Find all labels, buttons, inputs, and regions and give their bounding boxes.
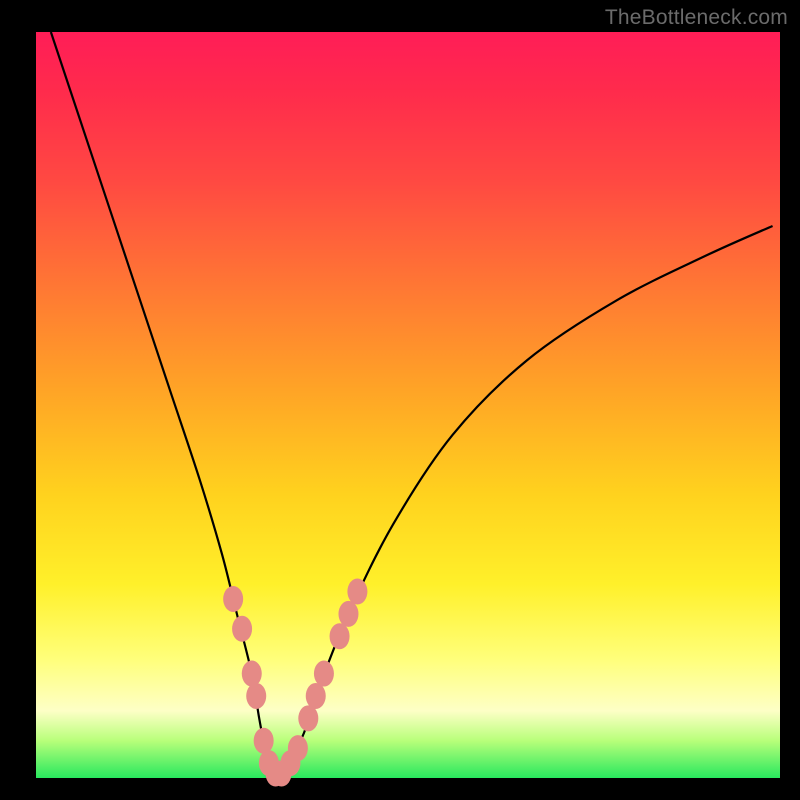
- marker-dot: [288, 735, 308, 761]
- marker-dot: [232, 616, 252, 642]
- marker-dot: [223, 586, 243, 612]
- chart-frame: TheBottleneck.com: [0, 0, 800, 800]
- plot-area: [36, 32, 780, 778]
- bottleneck-curve: [51, 32, 773, 776]
- marker-dot: [338, 601, 358, 627]
- marker-dot: [246, 683, 266, 709]
- marker-dot: [242, 661, 262, 687]
- marker-dot: [254, 728, 274, 754]
- marker-dot: [314, 661, 334, 687]
- curve-layer: [36, 32, 780, 778]
- marker-dot: [330, 623, 350, 649]
- marker-dot: [347, 579, 367, 605]
- marker-dot: [298, 705, 318, 731]
- marker-dot: [306, 683, 326, 709]
- watermark-text: TheBottleneck.com: [605, 6, 788, 30]
